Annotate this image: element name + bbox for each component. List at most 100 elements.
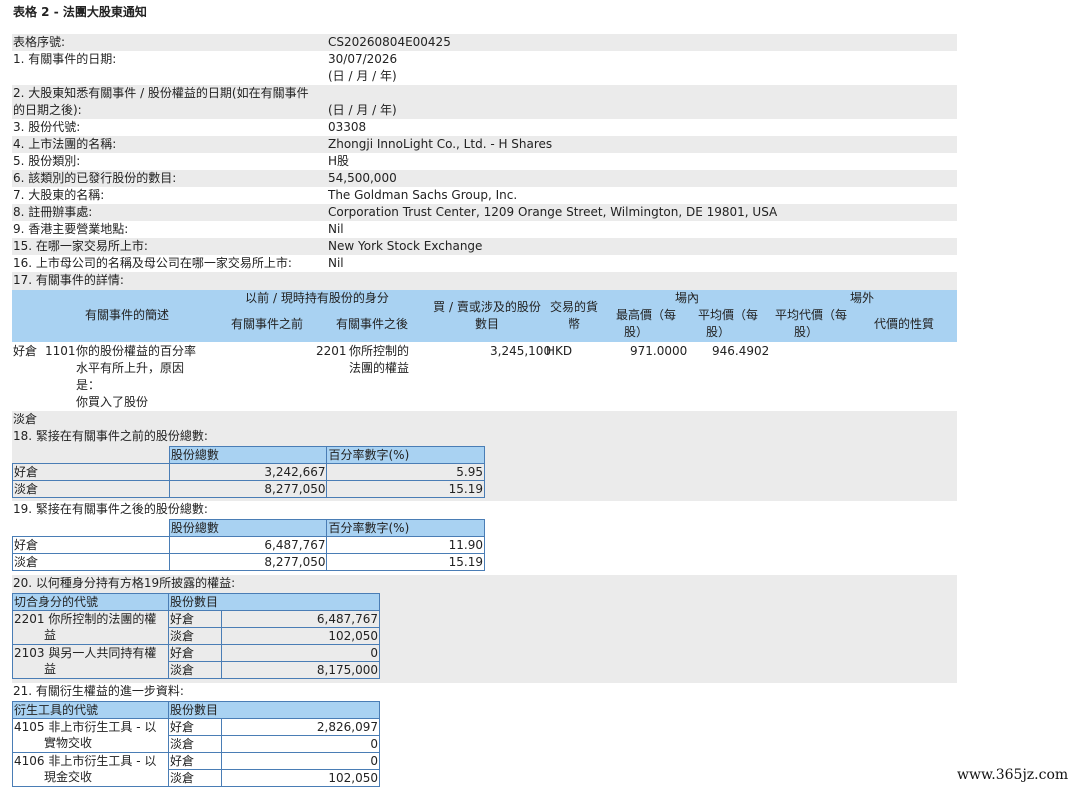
section-18-title: 18. 緊接在有關事件之前的股份總數:	[13, 429, 208, 443]
field-value: Nil	[328, 222, 344, 236]
field-label: 2. 大股東知悉有關事件 / 股份權益的日期(如在有關事件	[13, 86, 309, 100]
position-cell: 好倉	[168, 718, 222, 736]
field-label: 16. 上市母公司的名稱及母公司在哪一家交易所上市:	[13, 256, 292, 270]
section-20-title: 20. 以何種身分持有方格19所披露的權益:	[13, 576, 236, 590]
header-share-count: 股份數目	[168, 593, 380, 611]
derivative-code: 4105	[14, 720, 45, 734]
capacity-cell: 2103 與另一人共同持有權 益	[12, 644, 169, 679]
field-aware-date: 2. 大股東知悉有關事件 / 股份權益的日期(如在有關事件 的日期之後): (日…	[12, 85, 957, 119]
count-cell: 102,050	[221, 627, 380, 645]
field-value: Zhongji InnoLight Co., Ltd. - H Shares	[328, 137, 553, 151]
field-label: 17. 有關事件的詳情:	[13, 273, 124, 287]
section-18-table: 股份總數 百分率數字(%) 好倉 3,242,667 5.95 淡倉 8,277…	[12, 446, 485, 498]
short-position-label: 淡倉	[13, 412, 38, 426]
field-stock-code: 3. 股份代號: 03308	[12, 119, 957, 136]
header-currency-line2: 幣	[567, 317, 580, 331]
section-20-table: 切合身分的代號 股份數目 2201 你所控制的法團的權 益 好倉 6,487,7…	[12, 593, 380, 679]
shares-cell: 6,487,767	[168, 536, 328, 554]
shares-cell: 8,277,050	[168, 480, 328, 498]
field-share-class: 5. 股份類別: H股	[12, 153, 957, 170]
short-position-row: 淡倉	[12, 411, 957, 428]
header-percentage: 百分率數字(%)	[326, 446, 485, 464]
position-cell: 淡倉	[12, 553, 170, 571]
capacity-cell: 2201 你所控制的法團的權 益	[12, 610, 169, 645]
field-value: 30/07/2026	[328, 52, 398, 66]
event-table-header: 有關事件的簡述 以前 / 現時持有股份的身分 有關事件之前 有關事件之後 買 /…	[12, 290, 957, 342]
field-value: The Goldman Sachs Group, Inc.	[328, 188, 518, 202]
section-20-title-row: 20. 以何種身分持有方格19所披露的權益:	[12, 575, 957, 593]
field-label: 5. 股份類別:	[13, 154, 81, 168]
pct-cell: 15.19	[326, 480, 485, 498]
field-label: 9. 香港主要營業地點:	[13, 222, 129, 236]
position-cell: 淡倉	[168, 769, 222, 787]
pct-cell: 15.19	[326, 553, 485, 571]
field-registered-office: 8. 註冊辦事處: Corporation Trust Center, 1209…	[12, 204, 957, 221]
table-row: 淡倉 8,277,050 15.19	[12, 553, 485, 571]
field-value: Corporation Trust Center, 1209 Orange St…	[328, 205, 778, 219]
derivative-label-line2: 實物交收	[44, 736, 93, 750]
position-cell: 淡倉	[168, 735, 222, 753]
section-21-table: 衍生工具的代號 股份數目 4105 非上市衍生工具 - 以 實物交收 好倉 2,…	[12, 701, 380, 787]
section-19-title-row: 19. 緊接在有關事件之後的股份總數:	[12, 501, 957, 519]
derivative-label: 非上市衍生工具 - 以	[48, 720, 157, 734]
count-cell: 0	[221, 735, 380, 753]
field-value: Nil	[328, 256, 344, 270]
shares-cell: 8,277,050	[168, 553, 328, 571]
position-cell: 好倉	[12, 463, 170, 481]
field-event-details: 17. 有關事件的詳情:	[12, 272, 957, 290]
event-after-code: 2201	[316, 344, 347, 358]
header-description: 有關事件的簡述	[84, 308, 169, 322]
shares-cell: 3,242,667	[168, 463, 328, 481]
field-parent-company: 16. 上市母公司的名稱及母公司在哪一家交易所上市: Nil	[12, 255, 957, 272]
table-row: 4106 非上市衍生工具 - 以 現金交收 好倉 0	[12, 752, 380, 787]
header-after: 有關事件之後	[335, 317, 408, 331]
event-position: 好倉	[13, 344, 38, 358]
count-cell: 0	[221, 752, 380, 770]
field-issued-shares: 6. 該類別的已發行股份的數目: 54,500,000	[12, 170, 957, 187]
header-off-average-line2: 股）	[793, 325, 818, 339]
event-after-line: 你所控制的	[349, 344, 410, 358]
header-on-exchange: 場內	[674, 291, 699, 305]
field-label: 7. 大股東的名稱:	[13, 188, 105, 202]
capacity-code: 2103	[14, 646, 45, 660]
field-value: CS20260804E00425	[328, 35, 451, 49]
header-total-shares: 股份總數	[168, 446, 328, 464]
event-code: 1101	[45, 344, 76, 358]
field-event-date: 1. 有關事件的日期: 30/07/2026 (日 / 月 / 年)	[12, 51, 957, 85]
event-desc-line: 水平有所上升，原因	[76, 361, 185, 375]
field-label: 表格序號:	[13, 35, 66, 49]
section-19-title: 19. 緊接在有關事件之後的股份總數:	[13, 502, 208, 516]
capacity-label: 與另一人共同持有權	[48, 646, 157, 660]
field-label-line2: 的日期之後):	[13, 103, 82, 117]
event-desc-line: 你的股份權益的百分率	[76, 344, 197, 358]
header-highest-price-line2: 股）	[623, 325, 648, 339]
capacity-label-line2: 益	[44, 628, 57, 642]
table-row: 2103 與另一人共同持有權 益 好倉 0	[12, 644, 380, 679]
table-row: 好倉 3,242,667 5.95	[12, 463, 485, 481]
section-21-title: 21. 有關衍生權益的進一步資料:	[13, 684, 184, 698]
derivative-cell: 4106 非上市衍生工具 - 以 現金交收	[12, 752, 169, 787]
derivative-label: 非上市衍生工具 - 以	[48, 754, 157, 768]
position-cell: 好倉	[168, 752, 222, 770]
field-label: 6. 該類別的已發行股份的數目:	[13, 171, 177, 185]
position-cell: 淡倉	[168, 661, 222, 679]
table-row: 好倉 6,487,767 11.90	[12, 536, 485, 554]
header-highest-price: 最高價（每	[615, 308, 676, 322]
field-shareholder-name: 7. 大股東的名稱: The Goldman Sachs Group, Inc.	[12, 187, 957, 204]
count-cell: 102,050	[221, 769, 380, 787]
position-cell: 淡倉	[12, 480, 170, 498]
header-total-shares: 股份總數	[168, 519, 328, 537]
derivative-code: 4106	[14, 754, 45, 768]
header-off-average: 平均代價（每	[774, 308, 847, 322]
header-currency: 交易的貨	[549, 300, 598, 314]
count-cell: 2,826,097	[221, 718, 380, 736]
pct-cell: 11.90	[326, 536, 485, 554]
capacity-code: 2201	[14, 612, 45, 626]
capacity-label-line2: 益	[44, 662, 57, 676]
field-label: 15. 在哪一家交易所上市:	[13, 239, 148, 253]
corner-cell	[12, 519, 170, 537]
count-cell: 6,487,767	[221, 610, 380, 628]
field-hk-place: 9. 香港主要營業地點: Nil	[12, 221, 957, 238]
position-cell: 好倉	[12, 536, 170, 554]
header-shares-involved-line2: 數目	[474, 317, 499, 331]
